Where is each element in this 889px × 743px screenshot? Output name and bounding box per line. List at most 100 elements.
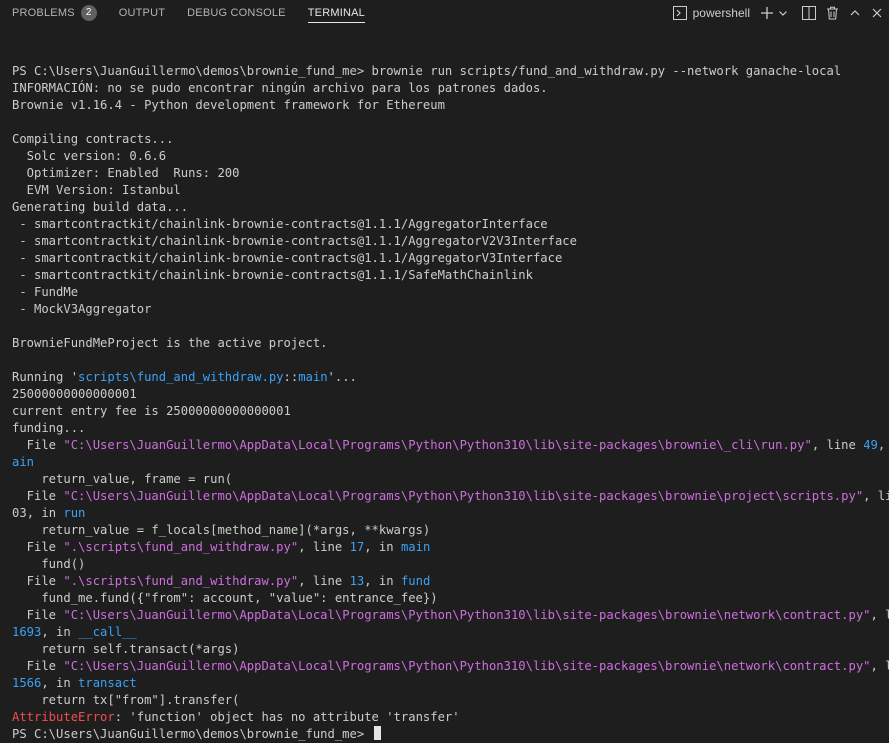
- terminal-line-segment: Running ': [12, 370, 78, 384]
- terminal-line-segment: File: [12, 608, 63, 622]
- terminal-output[interactable]: PS C:\Users\JuanGuillermo\demos\brownie_…: [12, 46, 881, 743]
- terminal-line: [12, 352, 881, 369]
- terminal-line-segment: __call__: [78, 625, 137, 639]
- terminal-toolbar: powershell: [663, 0, 883, 26]
- terminal-line-segment: File: [12, 438, 63, 452]
- terminal-line-segment: scripts\fund_and_withdraw.py: [78, 370, 283, 384]
- terminal-line: - smartcontractkit/chainlink-brownie-con…: [12, 267, 881, 284]
- terminal-line: return tx["from"].transfer(: [12, 692, 881, 709]
- terminal-line-segment: , line: [298, 574, 349, 588]
- terminal-line-segment: "C:\Users\JuanGuillermo\AppData\Local\Pr…: [63, 608, 870, 622]
- terminal-line: fund(): [12, 556, 881, 573]
- terminal-line: - MockV3Aggregator: [12, 301, 881, 318]
- chevron-up-icon: [849, 7, 861, 19]
- terminal-line: EVM Version: Istanbul: [12, 182, 881, 199]
- terminal-line: Optimizer: Enabled Runs: 200: [12, 165, 881, 182]
- terminal-line: [12, 46, 881, 63]
- terminal-line-segment: , line: [812, 438, 863, 452]
- terminal-line-segment: 13: [350, 574, 365, 588]
- tab-problems[interactable]: PROBLEMS 2: [12, 0, 97, 26]
- terminal-line-segment: , in: [27, 506, 64, 520]
- terminal-cursor: [374, 726, 381, 740]
- terminal-line: Generating build data...: [12, 199, 881, 216]
- close-icon: [871, 7, 883, 19]
- terminal-line: Solc version: 0.6.6: [12, 148, 881, 165]
- terminal-line-segment: AttributeError: [12, 710, 115, 724]
- terminal-line-segment: "C:\Users\JuanGuillermo\AppData\Local\Pr…: [63, 659, 870, 673]
- plus-icon: [760, 6, 774, 20]
- terminal-line: 25000000000000001: [12, 386, 881, 403]
- terminal-line: Running 'scripts\fund_and_withdraw.py::m…: [12, 369, 881, 386]
- terminal-line-segment: ain: [12, 455, 34, 469]
- close-panel-button[interactable]: [871, 7, 883, 19]
- terminal-line: 1693, in __call__: [12, 624, 881, 641]
- terminal-line: File "C:\Users\JuanGuillermo\AppData\Loc…: [12, 658, 881, 675]
- terminal-line: 1566, in transact: [12, 675, 881, 692]
- terminal-line-segment: transact: [78, 676, 137, 690]
- terminal-line: return self.transact(*args): [12, 641, 881, 658]
- terminal-prompt: PS C:\Users\JuanGuillermo\demos\brownie_…: [12, 727, 372, 741]
- terminal-line: fund_me.fund({"from": account, "value": …: [12, 590, 881, 607]
- terminal-line-segment: 49: [863, 438, 878, 452]
- terminal-line: funding...: [12, 420, 881, 437]
- terminal-line-segment: 1566: [12, 676, 41, 690]
- terminal-icon: [673, 6, 687, 20]
- maximize-panel-button[interactable]: [849, 7, 861, 19]
- terminal-line: return_value, frame = run(: [12, 471, 881, 488]
- terminal-line: [12, 318, 881, 335]
- new-terminal-button[interactable]: [760, 6, 774, 20]
- terminal-line-segment: , line 1: [863, 489, 889, 503]
- terminal-line: [12, 114, 881, 131]
- terminal-line-segment: "C:\Users\JuanGuillermo\AppData\Local\Pr…: [63, 489, 863, 503]
- split-icon: [802, 6, 816, 20]
- terminal-line-segment: ".\scripts\fund_and_withdraw.py": [63, 574, 298, 588]
- terminal-line-segment: , line: [298, 540, 349, 554]
- problems-count-badge: 2: [81, 5, 97, 21]
- terminal-prompt-line[interactable]: PS C:\Users\JuanGuillermo\demos\brownie_…: [12, 726, 881, 743]
- split-terminal-button[interactable]: [802, 6, 816, 20]
- terminal-line-segment: 1693: [12, 625, 41, 639]
- terminal-line-segment: File: [12, 489, 63, 503]
- terminal-line: File "C:\Users\JuanGuillermo\AppData\Loc…: [12, 488, 881, 505]
- kill-terminal-button[interactable]: [826, 6, 839, 20]
- terminal-line: Compiling contracts...: [12, 131, 881, 148]
- terminal-line: BrownieFundMeProject is the active proje…: [12, 335, 881, 352]
- terminal-line: File ".\scripts\fund_and_withdraw.py", l…: [12, 573, 881, 590]
- tab-output[interactable]: OUTPUT: [119, 0, 165, 26]
- tab-output-label: OUTPUT: [119, 7, 165, 19]
- terminal-profile-dropdown[interactable]: [778, 8, 788, 18]
- terminal-line: File "C:\Users\JuanGuillermo\AppData\Loc…: [12, 437, 881, 454]
- terminal-line-segment: , in: [364, 540, 401, 554]
- chevron-down-icon: [778, 8, 788, 18]
- terminal-line: - smartcontractkit/chainlink-brownie-con…: [12, 250, 881, 267]
- terminal-line: Brownie v1.16.4 - Python development fra…: [12, 97, 881, 114]
- terminal-line: - smartcontractkit/chainlink-brownie-con…: [12, 216, 881, 233]
- tab-terminal[interactable]: TERMINAL: [308, 0, 365, 26]
- terminal-line: - smartcontractkit/chainlink-brownie-con…: [12, 233, 881, 250]
- terminal-line-segment: , in: [878, 438, 889, 452]
- terminal-line-segment: main: [298, 370, 327, 384]
- shell-name: powershell: [693, 6, 750, 20]
- terminal-line: 03, in run: [12, 505, 881, 522]
- terminal-line-segment: run: [63, 506, 85, 520]
- terminal-line: File ".\scripts\fund_and_withdraw.py", l…: [12, 539, 881, 556]
- shell-selector[interactable]: powershell: [673, 6, 750, 20]
- terminal-line: PS C:\Users\JuanGuillermo\demos\brownie_…: [12, 63, 881, 80]
- terminal-line: File "C:\Users\JuanGuillermo\AppData\Loc…: [12, 607, 881, 624]
- terminal-line-segment: 03: [12, 506, 27, 520]
- terminal-line-segment: main: [401, 540, 430, 554]
- terminal-line: current entry fee is 25000000000000001: [12, 403, 881, 420]
- terminal-line-segment: File: [12, 659, 63, 673]
- terminal-line: INFORMACIÓN: no se pudo encontrar ningún…: [12, 80, 881, 97]
- terminal-line: AttributeError: 'function' object has no…: [12, 709, 881, 726]
- terminal-line-segment: ::: [284, 370, 299, 384]
- terminal-line-segment: , in: [364, 574, 401, 588]
- terminal-line-segment: , in: [41, 625, 78, 639]
- tab-debug-console[interactable]: DEBUG CONSOLE: [187, 0, 286, 26]
- terminal-line: ain: [12, 454, 881, 471]
- tab-problems-label: PROBLEMS: [12, 7, 75, 19]
- terminal-line-segment: 17: [350, 540, 365, 554]
- terminal-line-segment: , line: [871, 659, 889, 673]
- tab-debug-console-label: DEBUG CONSOLE: [187, 7, 286, 19]
- terminal-line-segment: , line: [871, 608, 889, 622]
